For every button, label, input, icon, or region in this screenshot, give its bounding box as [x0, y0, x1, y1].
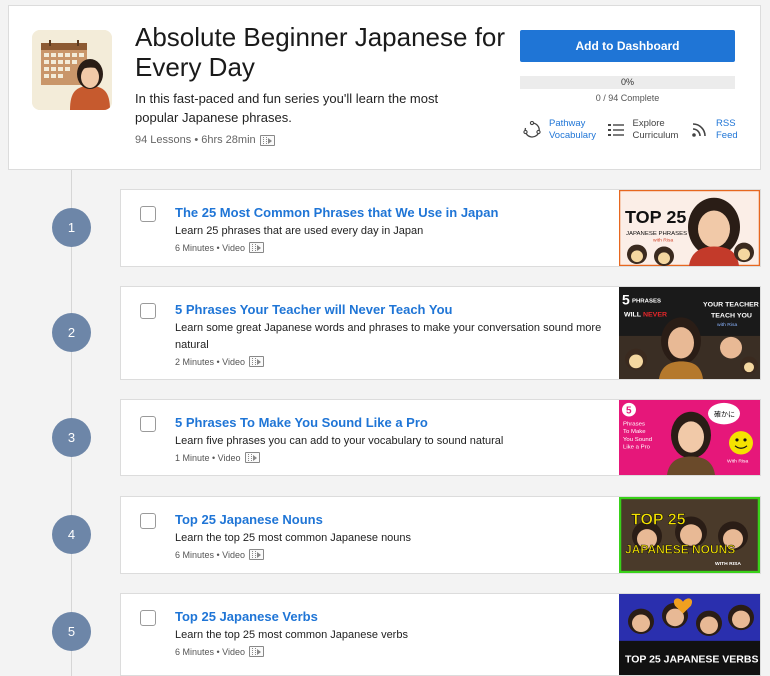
svg-text:Like a Pro: Like a Pro	[623, 445, 651, 451]
course-thumbnail	[32, 30, 112, 110]
lesson-thumbnail[interactable]: TOP 25 JAPANESE NOUNS WITH RISA	[619, 497, 760, 573]
lesson-title-link[interactable]: 5 Phrases Your Teacher will Never Teach …	[175, 302, 452, 317]
lesson-description: Learn five phrases you can add to your v…	[175, 435, 504, 447]
lesson-checkbox[interactable]	[140, 303, 156, 319]
svg-text:確かに: 確かに	[714, 410, 735, 419]
lesson-checkbox[interactable]	[140, 513, 156, 529]
lesson-number-4: 4	[52, 515, 91, 554]
svg-text:YOUR TEACHER: YOUR TEACHER	[703, 302, 759, 309]
lesson-meta: 6 Minutes • Video	[175, 646, 265, 657]
lesson-number-1: 1	[52, 208, 91, 247]
svg-text:5: 5	[626, 406, 632, 417]
rss-icon	[689, 121, 709, 139]
progress-bar: 0%	[520, 76, 735, 89]
rss-feed-link[interactable]: RSS Feed	[689, 118, 742, 142]
lesson-thumbnail[interactable]: 5 Phrases To Make You Sound Like a Pro 確…	[619, 400, 760, 475]
svg-text:TEACH YOU: TEACH YOU	[711, 312, 752, 319]
svg-text:To Make: To Make	[623, 429, 646, 435]
add-to-dashboard-button[interactable]: Add to Dashboard	[520, 30, 735, 62]
lesson-meta-text: 6 Minutes • Video	[175, 242, 246, 253]
svg-text:JAPANESE PHRASES: JAPANESE PHRASES	[626, 231, 687, 237]
lesson-title-link[interactable]: The 25 Most Common Phrases that We Use i…	[175, 205, 498, 220]
lesson-card[interactable]: 5 Phrases To Make You Sound Like a Pro L…	[120, 399, 761, 476]
lesson-description: Learn the top 25 most common Japanese no…	[175, 532, 412, 544]
course-description: In this fast-paced and fun series you'll…	[135, 91, 439, 125]
lesson-checkbox[interactable]	[140, 610, 156, 626]
lesson-card[interactable]: The 25 Most Common Phrases that We Use i…	[120, 189, 761, 267]
svg-text:WILL: WILL	[624, 311, 641, 318]
svg-text:With Risa: With Risa	[727, 458, 749, 464]
video-icon	[249, 549, 265, 560]
list-icon	[606, 121, 626, 139]
svg-text:You Sound: You Sound	[623, 437, 652, 443]
lesson-card[interactable]: Top 25 Japanese Verbs Learn the top 25 m…	[120, 593, 761, 676]
explore-curriculum-link[interactable]: Explore Curriculum	[606, 118, 690, 142]
svg-text:TOP 25 JAPANESE VERBS: TOP 25 JAPANESE VERBS	[625, 654, 759, 665]
lesson-number-5: 5	[52, 612, 91, 651]
svg-text:NEVER: NEVER	[643, 311, 667, 318]
explore-curriculum-label: Explore Curriculum	[632, 118, 679, 141]
lesson-meta: 6 Minutes • Video	[175, 549, 265, 560]
lesson-checkbox[interactable]	[140, 206, 156, 222]
svg-text:JAPANESE NOUNS: JAPANESE NOUNS	[625, 543, 735, 557]
lesson-description: Learn 25 phrases that are used every day…	[175, 225, 424, 237]
lesson-meta: 2 Minutes • Video	[175, 356, 265, 367]
lesson-number-3: 3	[52, 418, 91, 457]
pathway-vocabulary-link[interactable]: Pathway Vocabulary	[522, 118, 606, 142]
svg-text:Phrases: Phrases	[623, 421, 645, 427]
video-icon	[249, 646, 265, 657]
lesson-thumbnail[interactable]: 5 PHRASES WILL NEVER YOUR TEACHER TEACH …	[619, 287, 760, 379]
lesson-number-2: 2	[52, 313, 91, 352]
rss-feed-label: RSS Feed	[716, 118, 738, 141]
svg-text:PHRASES: PHRASES	[632, 299, 661, 305]
video-icon	[249, 356, 265, 367]
course-header-card: Absolute Beginner Japanese for Every Day…	[8, 5, 761, 170]
lesson-thumbnail[interactable]: TOP 25 JAPANESE VERBS	[619, 594, 760, 675]
lesson-description: Learn some great Japanese words and phra…	[175, 322, 602, 351]
lesson-title-link[interactable]: Top 25 Japanese Nouns	[175, 512, 323, 527]
lesson-card[interactable]: 5 Phrases Your Teacher will Never Teach …	[120, 286, 761, 380]
svg-text:TOP 25: TOP 25	[631, 511, 686, 528]
svg-text:5: 5	[622, 292, 630, 308]
lesson-card[interactable]: Top 25 Japanese Nouns Learn the top 25 m…	[120, 496, 761, 574]
svg-text:with Risa: with Risa	[717, 322, 738, 328]
calendar-avatar-image	[32, 30, 112, 110]
svg-text:with Risa: with Risa	[653, 238, 673, 244]
lesson-meta-text: 6 Minutes • Video	[175, 646, 246, 657]
lesson-meta: 6 Minutes • Video	[175, 242, 265, 253]
complete-count: 0 / 94 Complete	[595, 93, 660, 103]
lesson-meta-text: 1 Minute • Video	[175, 452, 241, 463]
video-icon	[259, 134, 275, 146]
svg-text:WITH RISA: WITH RISA	[715, 561, 741, 567]
course-meta-text: 94 Lessons • 6hrs 28min	[135, 134, 256, 146]
lesson-description: Learn the top 25 most common Japanese ve…	[175, 629, 408, 641]
lesson-title-link[interactable]: 5 Phrases To Make You Sound Like a Pro	[175, 415, 428, 430]
lesson-checkbox[interactable]	[140, 416, 156, 432]
video-icon	[244, 452, 260, 463]
course-links: Pathway Vocabulary Explore Curriculum RS…	[522, 118, 742, 142]
course-title: Absolute Beginner Japanese for Every Day	[135, 22, 506, 82]
progress-percent: 0%	[620, 77, 634, 87]
lesson-title-link[interactable]: Top 25 Japanese Verbs	[175, 609, 318, 624]
lesson-meta-text: 2 Minutes • Video	[175, 356, 246, 367]
refresh-cycle-icon	[522, 121, 542, 139]
course-meta: 94 Lessons • 6hrs 28min	[135, 134, 275, 146]
lesson-meta-text: 6 Minutes • Video	[175, 549, 246, 560]
lesson-thumbnail[interactable]: TOP 25 JAPANESE PHRASES with Risa	[619, 190, 760, 266]
lesson-meta: 1 Minute • Video	[175, 452, 260, 463]
pathway-vocabulary-label: Pathway Vocabulary	[549, 118, 597, 141]
video-icon	[249, 242, 265, 253]
svg-text:TOP 25: TOP 25	[625, 207, 686, 227]
